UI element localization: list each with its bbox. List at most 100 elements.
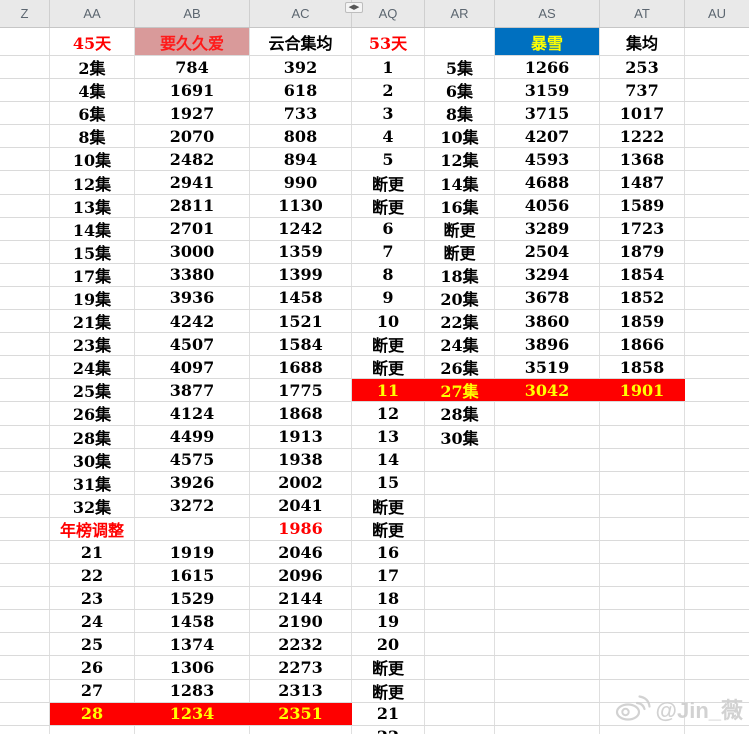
cell-AB[interactable]: 1927 [135,102,250,124]
cell-AU[interactable] [685,680,749,702]
cell-AS[interactable]: 4056 [495,195,600,217]
cell-AU[interactable] [685,633,749,655]
cell-AC[interactable]: 1458 [250,287,352,309]
cell-Z[interactable] [0,125,50,147]
cell-AQ[interactable]: 断更 [352,656,425,678]
cell-AA[interactable]: 年榜调整 [50,518,135,540]
cell-AS[interactable] [495,564,600,586]
cell-AT[interactable]: 1854 [600,264,685,286]
cell-AA[interactable]: 31集 [50,472,135,494]
cell-AA[interactable]: 25集 [50,379,135,401]
cell-AT[interactable] [600,426,685,448]
cell-AS[interactable]: 3896 [495,333,600,355]
cell-AR[interactable] [425,610,495,632]
cell-AA[interactable]: 23集 [50,333,135,355]
cell-AQ[interactable]: 7 [352,241,425,263]
cell-AB[interactable]: 784 [135,56,250,78]
cell-AR[interactable]: 6集 [425,79,495,101]
cell-AA[interactable]: 12集 [50,171,135,193]
cell-AB[interactable]: 2811 [135,195,250,217]
cell-AQ[interactable]: 19 [352,610,425,632]
cell-AS[interactable] [495,495,600,517]
cell-AT[interactable]: 1368 [600,148,685,170]
cell-AU[interactable] [685,726,749,734]
cell-AB[interactable]: 1529 [135,587,250,609]
cell-AC[interactable]: 2046 [250,541,352,563]
cell-AU[interactable] [685,287,749,309]
cell-AU[interactable] [685,703,749,725]
cell-AA[interactable]: 6集 [50,102,135,124]
column-header-AC[interactable]: AC [250,0,352,27]
cell-AC[interactable]: 990 [250,171,352,193]
cell-Z[interactable] [0,426,50,448]
cell-AC[interactable]: 2273 [250,656,352,678]
cell-Z[interactable] [0,449,50,471]
cell-Z[interactable] [0,402,50,424]
cell-AC[interactable]: 云合集均 [250,28,352,55]
cell-AR[interactable]: 断更 [425,218,495,240]
cell-AR[interactable]: 16集 [425,195,495,217]
cell-AR[interactable]: 断更 [425,241,495,263]
cell-AA[interactable]: 19集 [50,287,135,309]
cell-AU[interactable] [685,310,749,332]
cell-AU[interactable] [685,333,749,355]
cell-AT[interactable]: 1487 [600,171,685,193]
cell-AU[interactable] [685,28,749,55]
cell-AA[interactable]: 13集 [50,195,135,217]
cell-Z[interactable] [0,287,50,309]
cell-AR[interactable]: 26集 [425,356,495,378]
cell-AC[interactable]: 894 [250,148,352,170]
cell-AR[interactable] [425,703,495,725]
cell-AS[interactable]: 1266 [495,56,600,78]
cell-AT[interactable] [600,564,685,586]
cell-AC[interactable]: 808 [250,125,352,147]
cell-AS[interactable]: 4593 [495,148,600,170]
column-header-AA[interactable]: AA [50,0,135,27]
cell-AB[interactable]: 2941 [135,171,250,193]
cell-AR[interactable] [425,587,495,609]
cell-AS[interactable] [495,472,600,494]
cell-AA[interactable]: 21 [50,541,135,563]
cell-Z[interactable] [0,79,50,101]
cell-AC[interactable]: 1688 [250,356,352,378]
cell-AA[interactable]: 24集 [50,356,135,378]
cell-AS[interactable]: 3715 [495,102,600,124]
cell-AC[interactable]: 1913 [250,426,352,448]
cell-AA[interactable]: 21集 [50,310,135,332]
cell-AC[interactable]: 2096 [250,564,352,586]
cell-AA[interactable]: 45天 [50,28,135,55]
cell-AC[interactable]: 2041 [250,495,352,517]
cell-Z[interactable] [0,310,50,332]
cell-AU[interactable] [685,379,749,401]
cell-AA[interactable]: 24 [50,610,135,632]
cell-AA[interactable]: 17集 [50,264,135,286]
cell-AC[interactable]: 2002 [250,472,352,494]
cell-AR[interactable]: 24集 [425,333,495,355]
cell-AU[interactable] [685,356,749,378]
cell-AT[interactable]: 1901 [600,379,685,401]
cell-AA[interactable]: 28集 [50,426,135,448]
cell-AS[interactable]: 2504 [495,241,600,263]
cell-AA[interactable]: 23 [50,587,135,609]
cell-AS[interactable] [495,656,600,678]
cell-AB[interactable]: 1615 [135,564,250,586]
cell-AC[interactable]: 1868 [250,402,352,424]
cell-AT[interactable] [600,610,685,632]
cell-AA[interactable]: 10集 [50,148,135,170]
cell-AU[interactable] [685,449,749,471]
cell-AC[interactable]: 2144 [250,587,352,609]
cell-AR[interactable]: 10集 [425,125,495,147]
cell-AS[interactable]: 4688 [495,171,600,193]
cell-AQ[interactable]: 4 [352,125,425,147]
cell-AU[interactable] [685,472,749,494]
cell-AT[interactable]: 1858 [600,356,685,378]
cell-AS[interactable]: 3159 [495,79,600,101]
cell-AB[interactable] [135,518,250,540]
cell-AC[interactable] [250,726,352,734]
cell-AT[interactable] [600,472,685,494]
cell-AC[interactable]: 1359 [250,241,352,263]
column-header-AR[interactable]: AR [425,0,495,27]
cell-AU[interactable] [685,564,749,586]
cell-AA[interactable]: 2集 [50,56,135,78]
cell-Z[interactable] [0,656,50,678]
